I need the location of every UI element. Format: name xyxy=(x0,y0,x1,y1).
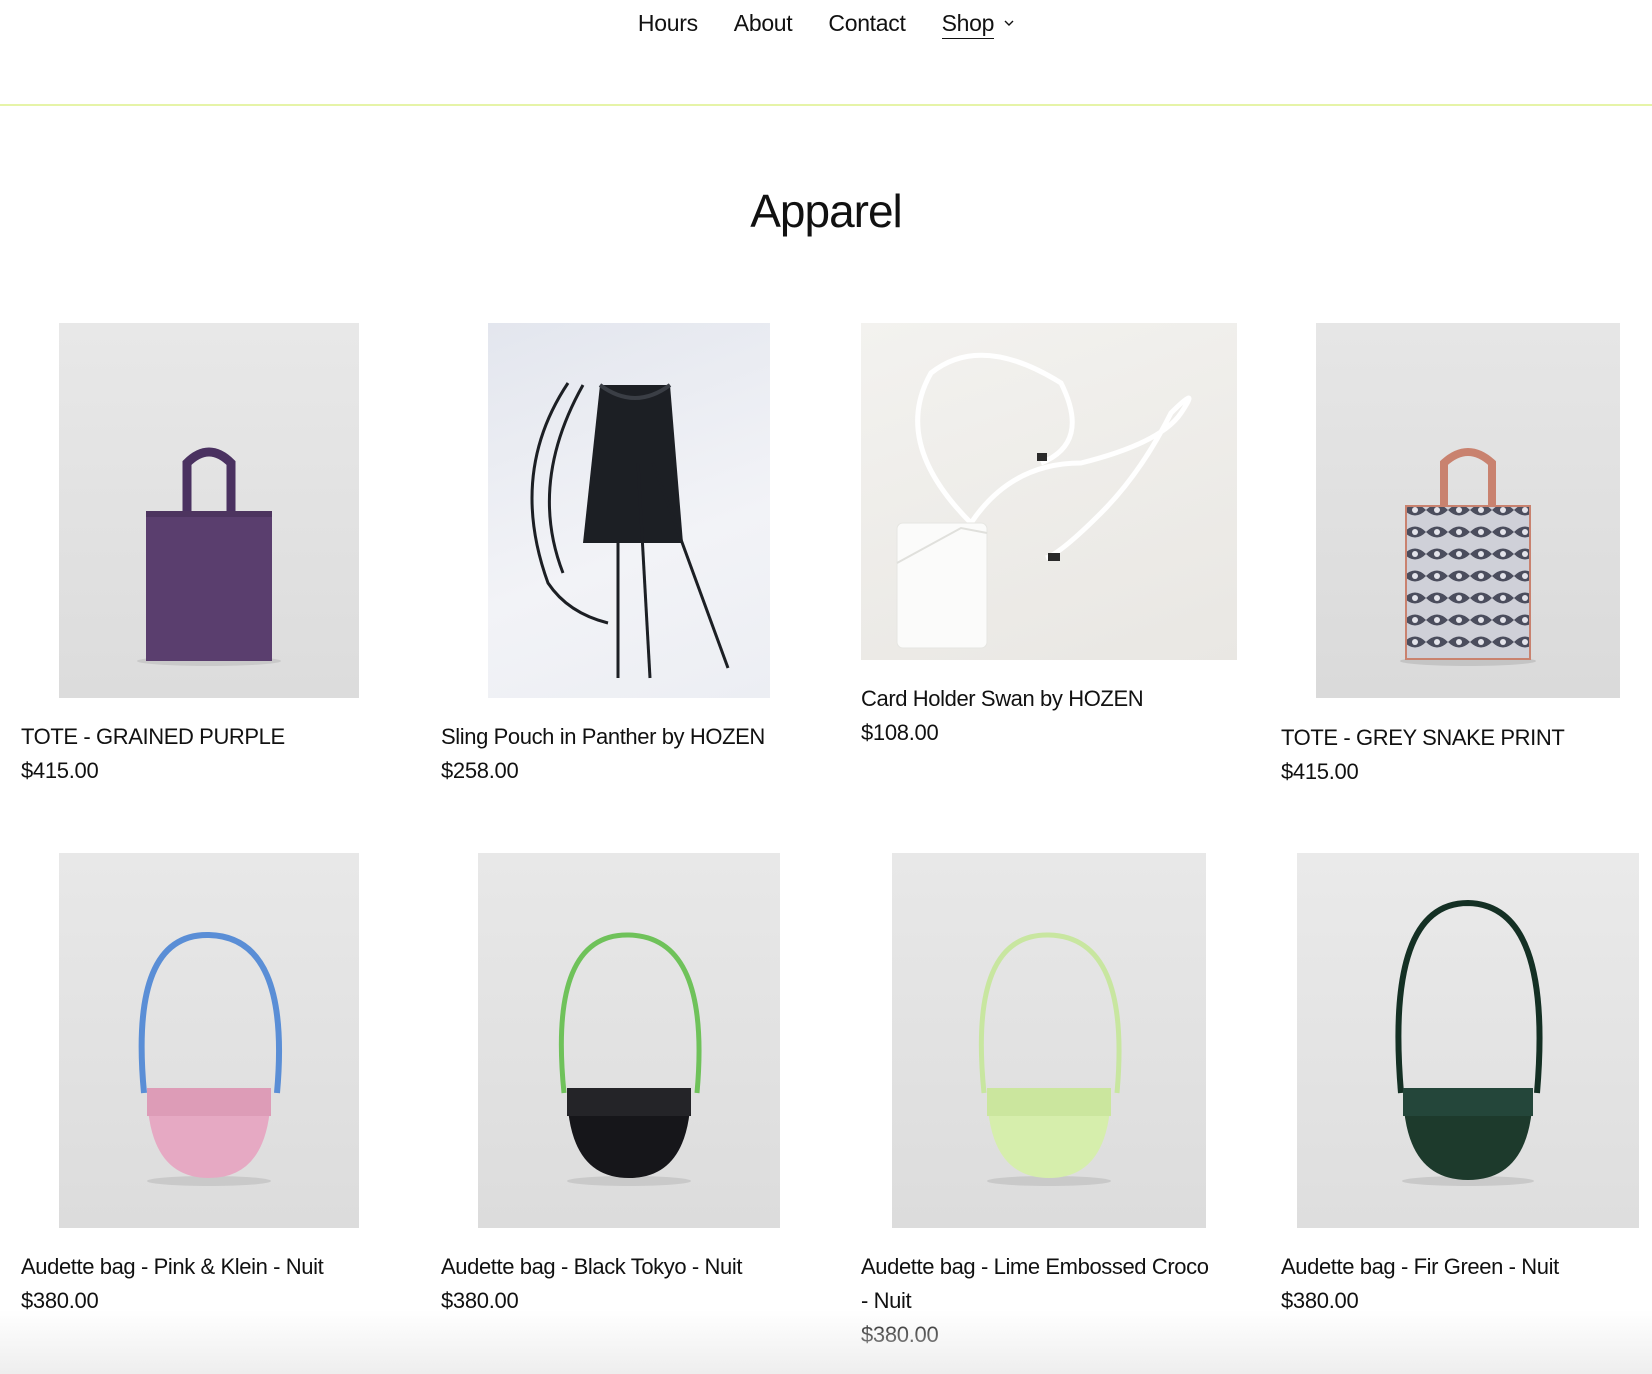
product-card[interactable]: Sling Pouch in Panther by HOZEN $258.00 xyxy=(441,323,821,793)
product-image[interactable] xyxy=(478,853,780,1228)
half-moon-bag-image xyxy=(558,932,702,1186)
product-price: $415.00 xyxy=(21,758,99,783)
card-holder-image xyxy=(896,352,1192,649)
product-card[interactable]: Audette bag - Black Tokyo - Nuit $380.00 xyxy=(441,853,821,1323)
nav-contact[interactable]: Contact xyxy=(828,6,905,40)
product-price: $108.00 xyxy=(861,720,939,745)
product-price: $380.00 xyxy=(861,1322,939,1347)
site-header: Hours About Contact Shop xyxy=(0,0,1652,106)
product-card[interactable]: TOTE - GREY SNAKE PRINT $415.00 xyxy=(1281,323,1652,793)
product-card[interactable]: TOTE - GRAINED PURPLE $415.00 xyxy=(21,323,401,793)
product-name[interactable]: TOTE - GRAINED PURPLE xyxy=(21,720,401,754)
product-image[interactable] xyxy=(59,853,359,1228)
tote-bag-image xyxy=(137,447,281,666)
product-price: $380.00 xyxy=(441,1288,519,1313)
product-card[interactable]: Card Holder Swan by HOZEN $108.00 xyxy=(861,323,1241,793)
product-price: $258.00 xyxy=(441,758,519,783)
nav-shop-label: Shop xyxy=(941,8,994,39)
nav-hours[interactable]: Hours xyxy=(638,6,698,40)
product-image[interactable] xyxy=(488,323,770,698)
product-card[interactable]: Audette bag - Lime Embossed Croco - Nuit… xyxy=(861,853,1241,1353)
product-image[interactable] xyxy=(892,853,1206,1228)
half-moon-bag-image xyxy=(1395,899,1543,1186)
product-image[interactable] xyxy=(1316,323,1620,698)
half-moon-bag-image xyxy=(978,932,1122,1186)
product-price: $380.00 xyxy=(21,1288,99,1313)
chevron-down-icon xyxy=(1004,20,1014,26)
product-price: $380.00 xyxy=(1281,1288,1359,1313)
nav-about[interactable]: About xyxy=(734,6,793,40)
product-name[interactable]: TOTE - GREY SNAKE PRINT xyxy=(1281,721,1652,755)
product-name[interactable]: Audette bag - Lime Embossed Croco - Nuit xyxy=(861,1250,1221,1318)
product-image[interactable] xyxy=(861,323,1237,660)
product-name[interactable]: Audette bag - Fir Green - Nuit xyxy=(1281,1250,1652,1284)
page-title: Apparel xyxy=(750,185,903,237)
product-card[interactable]: Audette bag - Fir Green - Nuit $380.00 xyxy=(1281,853,1652,1323)
product-image[interactable] xyxy=(59,323,359,698)
product-image[interactable] xyxy=(1297,853,1639,1228)
nav-shop[interactable]: Shop xyxy=(941,6,1015,40)
half-moon-bag-image xyxy=(138,931,283,1186)
product-name[interactable]: Card Holder Swan by HOZEN xyxy=(861,682,1241,716)
product-name[interactable]: Audette bag - Pink & Klein - Nuit xyxy=(21,1250,401,1284)
product-price: $415.00 xyxy=(1281,759,1359,784)
product-name[interactable]: Sling Pouch in Panther by HOZEN xyxy=(441,720,821,754)
snake-tote-image xyxy=(1400,448,1536,666)
product-card[interactable]: Audette bag - Pink & Klein - Nuit $380.0… xyxy=(21,853,401,1323)
sling-pouch-image xyxy=(530,382,730,679)
main-nav: Hours About Contact Shop xyxy=(0,6,1652,40)
product-name[interactable]: Audette bag - Black Tokyo - Nuit xyxy=(441,1250,821,1284)
